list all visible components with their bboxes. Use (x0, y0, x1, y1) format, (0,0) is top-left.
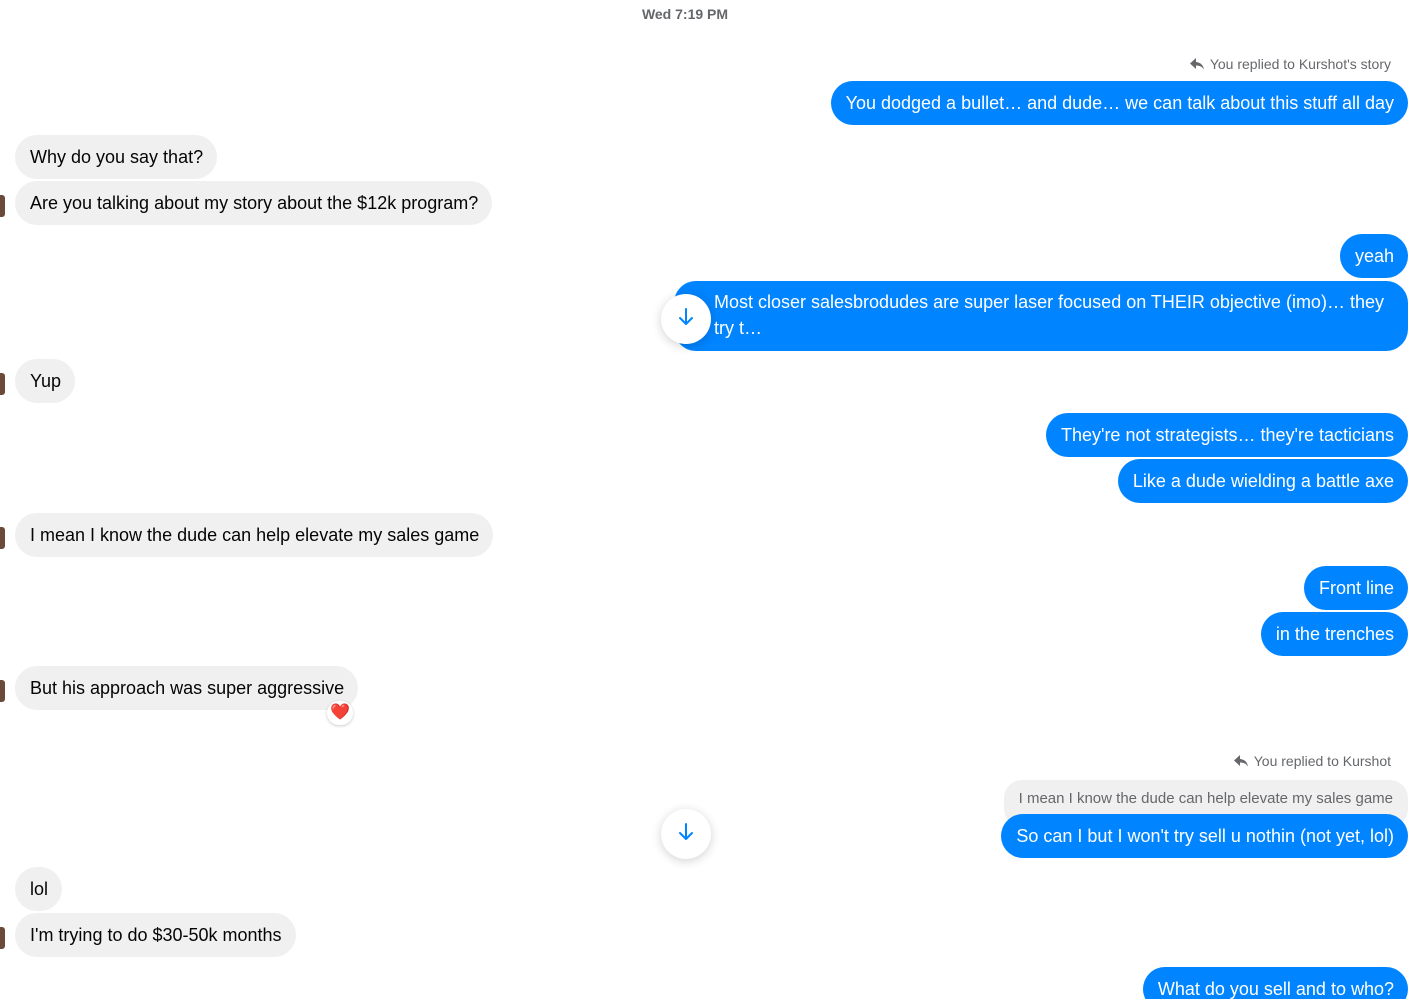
outgoing-message[interactable]: They're not strategists… they're tactici… (1045, 413, 1408, 457)
incoming-message[interactable]: lol (15, 867, 63, 911)
incoming-message[interactable]: I mean I know the dude can help elevate … (15, 513, 494, 557)
outgoing-message[interactable]: yeah (1339, 234, 1408, 278)
contact-avatar[interactable] (0, 195, 5, 217)
outgoing-message[interactable]: Like a dude wielding a battle axe (1117, 459, 1408, 503)
incoming-message[interactable]: Are you talking about my story about the… (15, 181, 493, 225)
reply-icon (1233, 754, 1249, 768)
scroll-to-bottom-button[interactable] (661, 809, 711, 859)
heart-reaction[interactable]: ❤️ (327, 701, 353, 725)
incoming-message[interactable]: I'm trying to do $30-50k months (15, 913, 296, 957)
reply-icon (1189, 57, 1205, 71)
message-thread: Wed 7:19 PM You replied to Kurshot's sto… (0, 0, 1420, 999)
outgoing-message[interactable]: You dodged a bullet… and dude… we can ta… (830, 81, 1408, 125)
outgoing-message[interactable]: in the trenches (1260, 612, 1408, 656)
outgoing-message[interactable]: Most closer salesbrodudes are super lase… (674, 281, 1408, 351)
outgoing-message[interactable]: What do you sell and to who? (1142, 967, 1408, 999)
outgoing-message[interactable]: Front line (1303, 566, 1408, 610)
arrow-down-icon (677, 822, 695, 847)
thread-timestamp: Wed 7:19 PM (641, 6, 729, 22)
incoming-message[interactable]: Yup (15, 359, 76, 403)
story-reply-text: You replied to Kurshot's story (1209, 56, 1391, 72)
story-reply-label: You replied to Kurshot's story (1189, 56, 1391, 72)
contact-avatar[interactable] (0, 373, 5, 395)
contact-avatar[interactable] (0, 927, 5, 949)
incoming-message[interactable]: But his approach was super aggressive (15, 666, 359, 710)
reply-label: You replied to Kurshot (1233, 753, 1391, 769)
reply-label-text: You replied to Kurshot (1253, 753, 1391, 769)
contact-avatar[interactable] (0, 680, 5, 702)
outgoing-message[interactable]: So can I but I won't try sell u nothin (… (1001, 814, 1408, 858)
scroll-to-bottom-button[interactable] (661, 294, 711, 344)
arrow-down-icon (677, 307, 695, 332)
contact-avatar[interactable] (0, 527, 5, 549)
incoming-message[interactable]: Why do you say that? (15, 135, 218, 179)
